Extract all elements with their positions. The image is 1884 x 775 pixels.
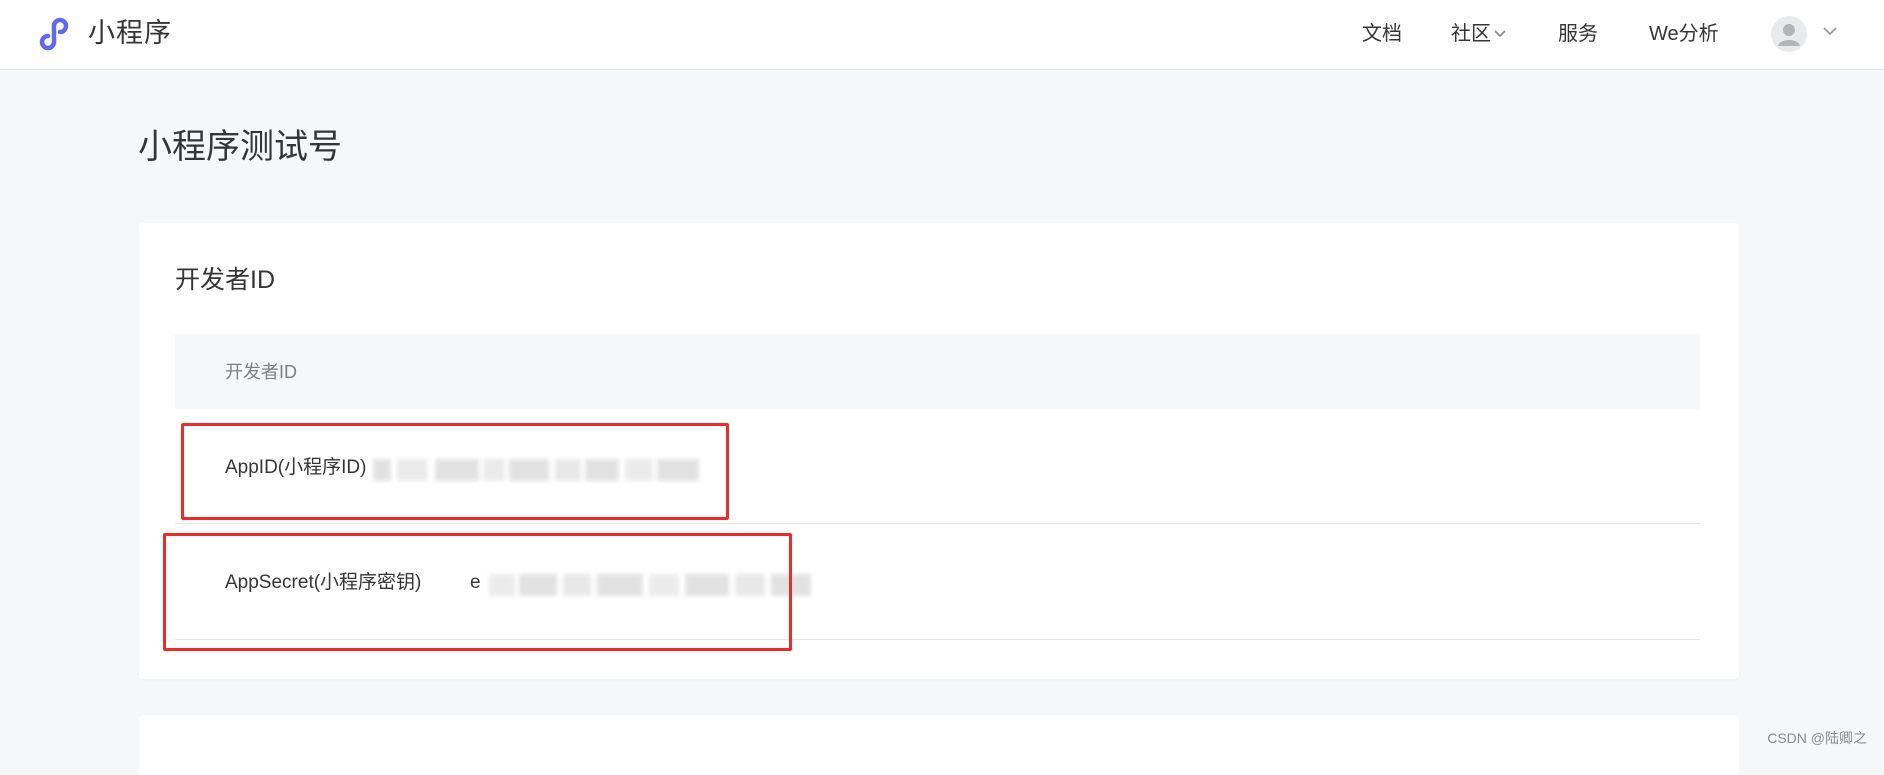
appsecret-highlight-box	[163, 533, 792, 651]
user-avatar[interactable]	[1771, 16, 1807, 52]
nav-services-link[interactable]: 服务	[1558, 20, 1598, 48]
table-header-label: 开发者ID	[225, 362, 297, 382]
csdn-watermark: CSDN @陆卿之	[1767, 730, 1867, 746]
page-title: 小程序测试号	[138, 128, 342, 166]
appid-highlight-box	[181, 423, 729, 520]
nav-we-analytics-link[interactable]: We分析	[1649, 20, 1719, 48]
logo-title[interactable]: 小程序	[88, 15, 172, 51]
miniprogram-logo-icon[interactable]	[36, 12, 80, 56]
account-chevron-down-icon[interactable]	[1822, 25, 1838, 37]
nav-docs-link[interactable]: 文档	[1362, 20, 1402, 48]
top-navbar: 小程序 文档 社区 服务 We分析	[0, 0, 1884, 70]
next-section-card	[139, 715, 1739, 775]
card-title: 开发者ID	[175, 266, 276, 294]
nav-community-menu[interactable]: 社区	[1451, 20, 1507, 48]
user-icon	[1778, 24, 1800, 46]
chevron-down-icon	[1494, 30, 1506, 38]
nav-community-label: 社区	[1451, 23, 1491, 45]
table-header: 开发者ID	[175, 334, 1700, 409]
